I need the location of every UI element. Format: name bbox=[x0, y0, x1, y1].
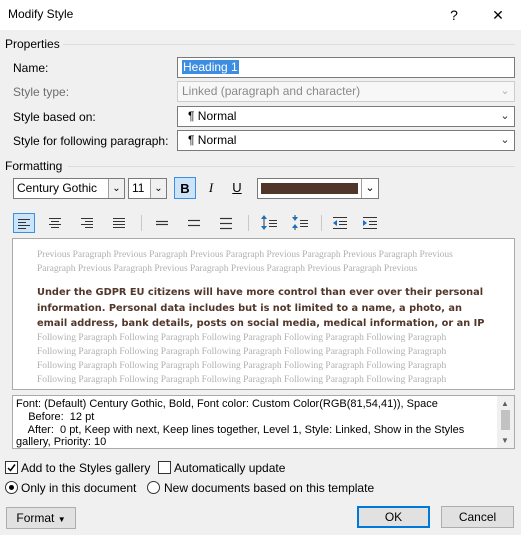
space-after-icon bbox=[292, 215, 308, 230]
chevron-down-icon: ⌄ bbox=[361, 179, 378, 198]
chevron-down-icon: ⌄ bbox=[108, 179, 124, 198]
style-preview-pane: Previous Paragraph Previous Paragraph Pr… bbox=[12, 238, 515, 390]
following-value: ¶ Normal bbox=[188, 133, 237, 147]
italic-button[interactable]: I bbox=[200, 177, 222, 199]
description-line: Before: 12 pt bbox=[16, 410, 95, 423]
style-type-label: Style type: bbox=[13, 85, 70, 99]
style-type-value: Linked (paragraph and character) bbox=[182, 84, 361, 98]
align-center-button[interactable] bbox=[45, 213, 67, 233]
font-color-dropdown[interactable]: ⌄ bbox=[257, 178, 379, 199]
scroll-down-icon[interactable]: ▼ bbox=[501, 436, 509, 445]
properties-divider bbox=[63, 44, 515, 45]
one-half-spacing-icon bbox=[188, 219, 200, 227]
style-type-dropdown: Linked (paragraph and character) ⌄ bbox=[177, 81, 515, 102]
bold-button[interactable]: B bbox=[174, 177, 196, 199]
close-button[interactable]: ✕ bbox=[478, 2, 518, 28]
style-description: Font: (Default) Century Gothic, Bold, Fo… bbox=[16, 398, 494, 449]
window-title: Modify Style bbox=[8, 7, 74, 21]
format-menu-button[interactable]: Format ▼ bbox=[6, 507, 76, 529]
double-spacing-icon bbox=[220, 217, 232, 230]
toolbar-separator bbox=[321, 215, 322, 231]
name-label: Name: bbox=[13, 61, 49, 75]
description-line: Font: (Default) Century Gothic, Bold, Fo… bbox=[16, 398, 438, 410]
auto-update-label: Automatically update bbox=[174, 461, 286, 475]
cancel-button[interactable]: Cancel bbox=[441, 506, 514, 528]
underline-button[interactable]: U bbox=[226, 177, 248, 199]
increase-indent-icon bbox=[363, 217, 377, 229]
sample-text-preview: Under the GDPR EU citizens will have mor… bbox=[37, 287, 485, 329]
font-color-swatch bbox=[261, 183, 358, 194]
based-on-label: Style based on: bbox=[13, 110, 96, 124]
style-based-on-dropdown[interactable]: ¶ Normal ⌄ bbox=[177, 106, 515, 127]
based-on-value: ¶ Normal bbox=[188, 109, 237, 123]
only-this-document-label: Only in this document bbox=[21, 481, 137, 495]
new-documents-radio[interactable] bbox=[147, 481, 160, 494]
decrease-indent-icon bbox=[333, 217, 347, 229]
add-to-gallery-checkbox[interactable] bbox=[5, 461, 18, 474]
double-spacing-button[interactable] bbox=[216, 213, 238, 233]
formatting-divider bbox=[68, 166, 515, 167]
new-documents-label: New documents based on this template bbox=[164, 481, 375, 495]
format-button-label: Format bbox=[16, 511, 55, 525]
justify-icon bbox=[113, 218, 125, 228]
chevron-down-icon: ⌄ bbox=[500, 110, 510, 122]
single-spacing-icon bbox=[156, 220, 168, 226]
font-name-dropdown[interactable]: Century Gothic ⌄ bbox=[13, 178, 125, 199]
font-name-value: Century Gothic bbox=[17, 181, 98, 195]
dropdown-arrow-icon: ▼ bbox=[57, 515, 66, 524]
align-right-icon bbox=[81, 218, 93, 228]
chevron-down-icon: ⌄ bbox=[150, 179, 166, 198]
following-paragraph-label: Style for following paragraph: bbox=[13, 134, 169, 148]
ok-button[interactable]: OK bbox=[357, 506, 430, 528]
previous-paragraph-preview: Previous Paragraph Previous Paragraph Pr… bbox=[37, 250, 453, 274]
toolbar-separator bbox=[248, 215, 249, 231]
close-icon: ✕ bbox=[492, 7, 504, 23]
increase-indent-button[interactable] bbox=[360, 213, 382, 233]
align-left-button[interactable] bbox=[13, 213, 35, 233]
style-description-box: Font: (Default) Century Gothic, Bold, Fo… bbox=[12, 395, 515, 449]
help-button[interactable]: ? bbox=[434, 2, 474, 28]
font-size-dropdown[interactable]: 11 ⌄ bbox=[128, 178, 167, 199]
add-to-gallery-label: Add to the Styles gallery bbox=[21, 461, 151, 475]
single-spacing-button[interactable] bbox=[152, 213, 174, 233]
decrease-indent-button[interactable] bbox=[330, 213, 352, 233]
following-paragraph-dropdown[interactable]: ¶ Normal ⌄ bbox=[177, 130, 515, 151]
align-right-button[interactable] bbox=[77, 213, 99, 233]
increase-spacing-before-button[interactable] bbox=[259, 213, 281, 233]
one-half-spacing-button[interactable] bbox=[184, 213, 206, 233]
align-center-icon bbox=[49, 218, 61, 228]
following-paragraph-preview: Following Paragraph Following Paragraph … bbox=[37, 333, 447, 385]
checkmark-icon bbox=[7, 464, 16, 472]
space-before-icon bbox=[261, 215, 277, 230]
decrease-spacing-before-button[interactable] bbox=[290, 213, 312, 233]
scroll-up-icon[interactable]: ▲ bbox=[501, 399, 509, 408]
description-line: After: 0 pt, Keep with next, Keep lines … bbox=[16, 423, 465, 436]
auto-update-checkbox[interactable] bbox=[158, 461, 171, 474]
chevron-down-icon: ⌄ bbox=[500, 85, 510, 97]
description-scrollbar[interactable]: ▲ ▼ bbox=[497, 396, 514, 448]
style-name-field[interactable]: Heading 1 bbox=[177, 57, 515, 78]
properties-group-label: Properties bbox=[5, 37, 60, 51]
justify-button[interactable] bbox=[109, 213, 131, 233]
align-left-icon bbox=[18, 219, 30, 229]
chevron-down-icon: ⌄ bbox=[500, 134, 510, 146]
only-this-document-radio[interactable] bbox=[5, 481, 18, 494]
formatting-group-label: Formatting bbox=[5, 159, 63, 173]
style-name-value: Heading 1 bbox=[182, 60, 239, 74]
toolbar-separator bbox=[141, 215, 142, 231]
scrollbar-thumb[interactable] bbox=[501, 410, 510, 430]
description-line: gallery, Priority: 10 bbox=[16, 436, 107, 449]
font-size-value: 11 bbox=[132, 181, 145, 195]
